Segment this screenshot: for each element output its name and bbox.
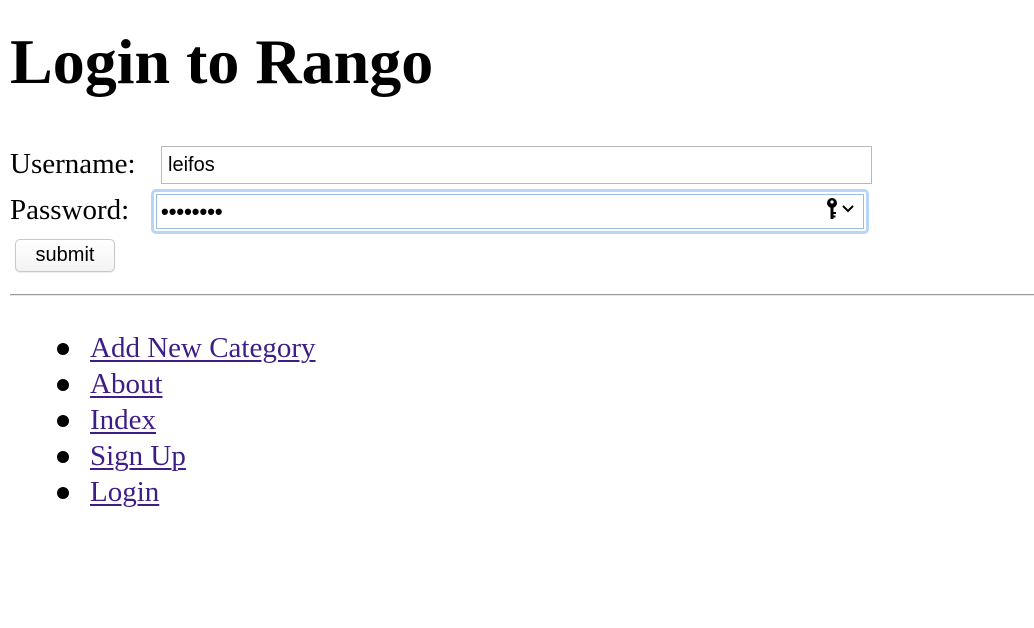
bullet xyxy=(57,415,69,427)
divider xyxy=(10,294,1034,296)
password-input[interactable]: •••••••• xyxy=(156,194,864,229)
key-icon xyxy=(825,197,839,227)
bullet xyxy=(57,487,69,499)
password-label: Password: xyxy=(10,194,130,226)
password-autofill-button[interactable] xyxy=(825,197,855,227)
chevron-down-icon xyxy=(841,197,855,227)
sign-up-link[interactable]: Sign Up xyxy=(90,438,186,474)
bullet xyxy=(57,379,69,391)
username-input[interactable]: leifos xyxy=(161,146,872,184)
submit-button[interactable]: submit xyxy=(15,239,115,272)
login-link[interactable]: Login xyxy=(90,474,159,510)
page-title: Login to Rango xyxy=(10,26,434,97)
username-value: leifos xyxy=(168,153,215,176)
add-new-category-link[interactable]: Add New Category xyxy=(90,330,316,366)
about-link[interactable]: About xyxy=(90,366,163,402)
bullet xyxy=(57,451,69,463)
password-focus-ring: •••••••• xyxy=(151,189,869,234)
index-link[interactable]: Index xyxy=(90,402,156,438)
login-page: Login to Rango Username: leifos Password… xyxy=(0,0,1034,628)
bullet xyxy=(57,343,69,355)
password-value: •••••••• xyxy=(161,198,223,224)
password-row: Password: xyxy=(10,191,129,229)
username-row: Username: xyxy=(10,145,136,183)
username-label: Username: xyxy=(10,148,136,180)
